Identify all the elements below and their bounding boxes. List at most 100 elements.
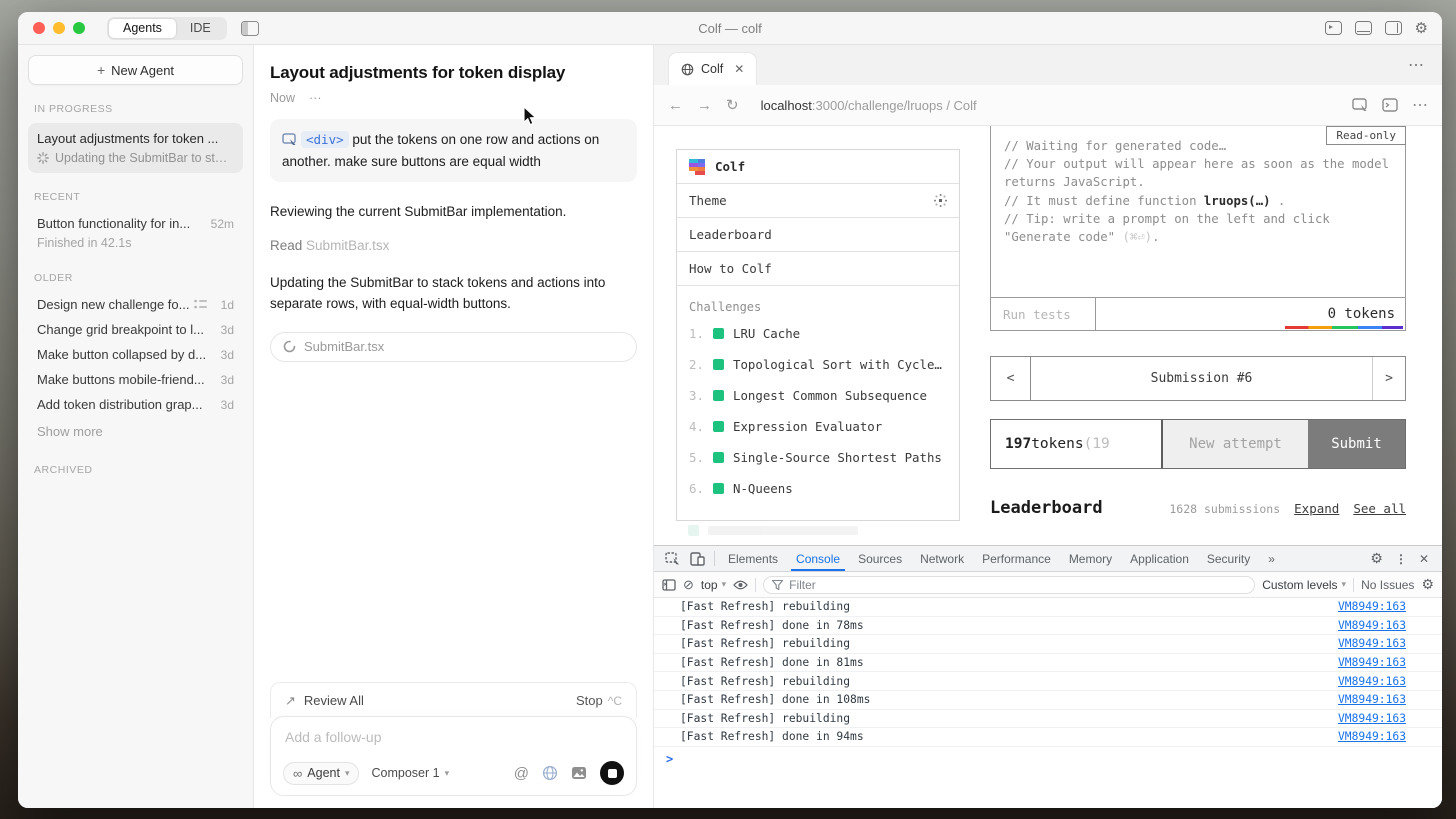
sidebar-item-older-1[interactable]: Change grid breakpoint to l... 3d	[28, 317, 243, 342]
challenge-item-expression-evaluator[interactable]: 4. Expression Evaluator	[677, 411, 959, 442]
source-link[interactable]: VM8949:163	[1338, 619, 1406, 632]
colf-logo-icon	[689, 159, 705, 175]
section-recent: RECENT	[34, 191, 237, 203]
nav-item-leaderboard[interactable]: Leaderboard	[677, 218, 959, 252]
editing-file-pill[interactable]: SubmitBar.tsx	[270, 332, 637, 362]
back-icon[interactable]: ←	[668, 97, 683, 114]
review-all-button[interactable]: Review All	[304, 693, 364, 708]
console-filter-input[interactable]: Filter	[763, 576, 1255, 594]
rainbow-underline	[1285, 326, 1403, 329]
task-age: 3d	[221, 373, 234, 387]
titlebar: Agents IDE Colf — colf ⚙	[18, 12, 1442, 45]
see-all-link[interactable]: See all	[1353, 501, 1406, 516]
source-link[interactable]: VM8949:163	[1338, 600, 1406, 613]
devtools-settings-icon[interactable]: ⚙	[1365, 550, 1388, 567]
assistant-message: Reviewing the current SubmitBar implemen…	[270, 202, 637, 222]
tabstrip-more-button[interactable]: ⋯	[1408, 55, 1426, 75]
clear-console-icon[interactable]: ⊘	[683, 577, 694, 593]
challenge-item-lcs[interactable]: 3. Longest Common Subsequence	[677, 380, 959, 411]
devtools-tab-application[interactable]: Application	[1121, 546, 1198, 571]
url-bar[interactable]: localhost:3000/challenge/lruops / Colf	[761, 98, 977, 113]
console-drawer-icon[interactable]	[1382, 98, 1398, 112]
code-editor[interactable]: Read-only // Waiting for generated code……	[990, 126, 1406, 331]
custom-levels-dropdown[interactable]: Custom levels▾	[1262, 578, 1346, 592]
previous-submission-button[interactable]: <	[991, 357, 1031, 400]
run-tests-button[interactable]: Run tests	[991, 298, 1096, 330]
navbar-more-button[interactable]: ⋯	[1412, 95, 1428, 115]
source-link[interactable]: VM8949:163	[1338, 656, 1406, 669]
minimize-window-button[interactable]	[53, 22, 65, 34]
bottom-panel-icon[interactable]	[1355, 21, 1372, 35]
sidebar-item-older-0[interactable]: Design new challenge fo... 1d	[28, 292, 243, 317]
source-link[interactable]: VM8949:163	[1338, 637, 1406, 650]
console-sidebar-icon[interactable]	[662, 579, 676, 591]
context-selector[interactable]: top▾	[701, 578, 726, 592]
console-settings-icon[interactable]: ⚙	[1421, 576, 1434, 593]
mention-icon[interactable]: @	[514, 765, 529, 782]
challenge-item-shortest-paths[interactable]: 5. Single-Source Shortest Paths	[677, 442, 959, 473]
close-window-button[interactable]	[33, 22, 45, 34]
right-panel-icon[interactable]	[1385, 21, 1402, 35]
more-tabs-button[interactable]: »	[1259, 546, 1284, 571]
next-submission-button[interactable]: >	[1372, 357, 1405, 400]
source-link[interactable]: VM8949:163	[1338, 712, 1406, 725]
devtools-tab-elements[interactable]: Elements	[719, 546, 787, 571]
read-file-line[interactable]: Read SubmitBar.tsx	[270, 238, 637, 253]
devtools-tab-console[interactable]: Console	[787, 546, 849, 571]
colf-brand-row[interactable]: Colf	[677, 150, 959, 184]
new-agent-button[interactable]: + New Agent	[28, 55, 243, 85]
source-link[interactable]: VM8949:163	[1338, 675, 1406, 688]
followup-input[interactable]: Add a follow-up	[283, 729, 624, 745]
sidebar-item-older-4[interactable]: Add token distribution grap... 3d	[28, 392, 243, 417]
devtools-tab-performance[interactable]: Performance	[973, 546, 1060, 571]
browser-tab-colf[interactable]: Colf ✕	[668, 52, 757, 85]
sidebar-item-recent-task[interactable]: Button functionality for in... 52m	[28, 211, 243, 236]
show-more-button[interactable]: Show more	[28, 417, 243, 446]
brand-name: Colf	[715, 159, 745, 174]
stop-generation-button[interactable]	[600, 761, 624, 785]
expand-link[interactable]: Expand	[1294, 501, 1339, 516]
forward-icon[interactable]: →	[697, 97, 712, 114]
devtools-tab-sources[interactable]: Sources	[849, 546, 911, 571]
device-toolbar-icon[interactable]	[685, 546, 710, 571]
globe-icon[interactable]	[542, 765, 558, 781]
agent-mode-dropdown[interactable]: ∞ Agent ▾	[283, 762, 359, 785]
element-select-icon[interactable]	[1352, 98, 1368, 112]
sidebar-item-older-3[interactable]: Make buttons mobile-friend... 3d	[28, 367, 243, 392]
tab-agents[interactable]: Agents	[109, 19, 176, 38]
source-link[interactable]: VM8949:163	[1338, 693, 1406, 706]
challenge-item-lru-cache[interactable]: 1. LRU Cache	[677, 318, 959, 349]
code-comment: // Your output will appear here as soon …	[1004, 155, 1392, 191]
image-icon[interactable]	[571, 766, 587, 780]
tab-ide[interactable]: IDE	[176, 19, 225, 38]
inspect-element-icon[interactable]	[660, 546, 685, 571]
reload-icon[interactable]: ↻	[726, 96, 739, 114]
element-tag-chip[interactable]: <div>	[301, 131, 349, 148]
no-issues-label[interactable]: No Issues	[1361, 578, 1414, 592]
challenge-item-topological-sort[interactable]: 2. Topological Sort with Cycle…	[677, 349, 959, 380]
conversation-menu-button[interactable]: ···	[309, 91, 322, 105]
settings-gear-icon[interactable]: ⚙	[1415, 21, 1428, 36]
devtools-tab-network[interactable]: Network	[911, 546, 973, 571]
devtools-tab-security[interactable]: Security	[1198, 546, 1259, 571]
chevron-down-icon: ▾	[445, 768, 450, 779]
source-link[interactable]: VM8949:163	[1338, 730, 1406, 743]
new-attempt-button[interactable]: New attempt	[1161, 420, 1308, 468]
zoom-window-button[interactable]	[73, 22, 85, 34]
composer-dropdown[interactable]: Composer 1 ▾	[371, 766, 449, 780]
sidebar-item-older-2[interactable]: Make button collapsed by d... 3d	[28, 342, 243, 367]
stop-button[interactable]: Stop	[576, 693, 603, 708]
submit-button[interactable]: Submit	[1308, 420, 1405, 468]
nav-item-how-to-colf[interactable]: How to Colf	[677, 252, 959, 286]
nav-item-theme[interactable]: Theme	[677, 184, 959, 218]
challenge-item-n-queens[interactable]: 6. N-Queens	[677, 473, 959, 504]
console-prompt[interactable]: >	[654, 747, 1442, 766]
kebab-menu-icon[interactable]: ⋮	[1390, 552, 1412, 566]
sidebar-item-active-task[interactable]: Layout adjustments for token ... Updatin…	[28, 123, 243, 173]
terminal-panel-icon[interactable]	[1325, 21, 1342, 35]
devtools-tab-memory[interactable]: Memory	[1060, 546, 1121, 571]
tab-close-icon[interactable]: ✕	[734, 62, 744, 76]
sidebar-toggle-icon[interactable]	[241, 21, 259, 36]
devtools-close-icon[interactable]: ✕	[1414, 552, 1434, 566]
eye-icon[interactable]	[733, 580, 748, 590]
